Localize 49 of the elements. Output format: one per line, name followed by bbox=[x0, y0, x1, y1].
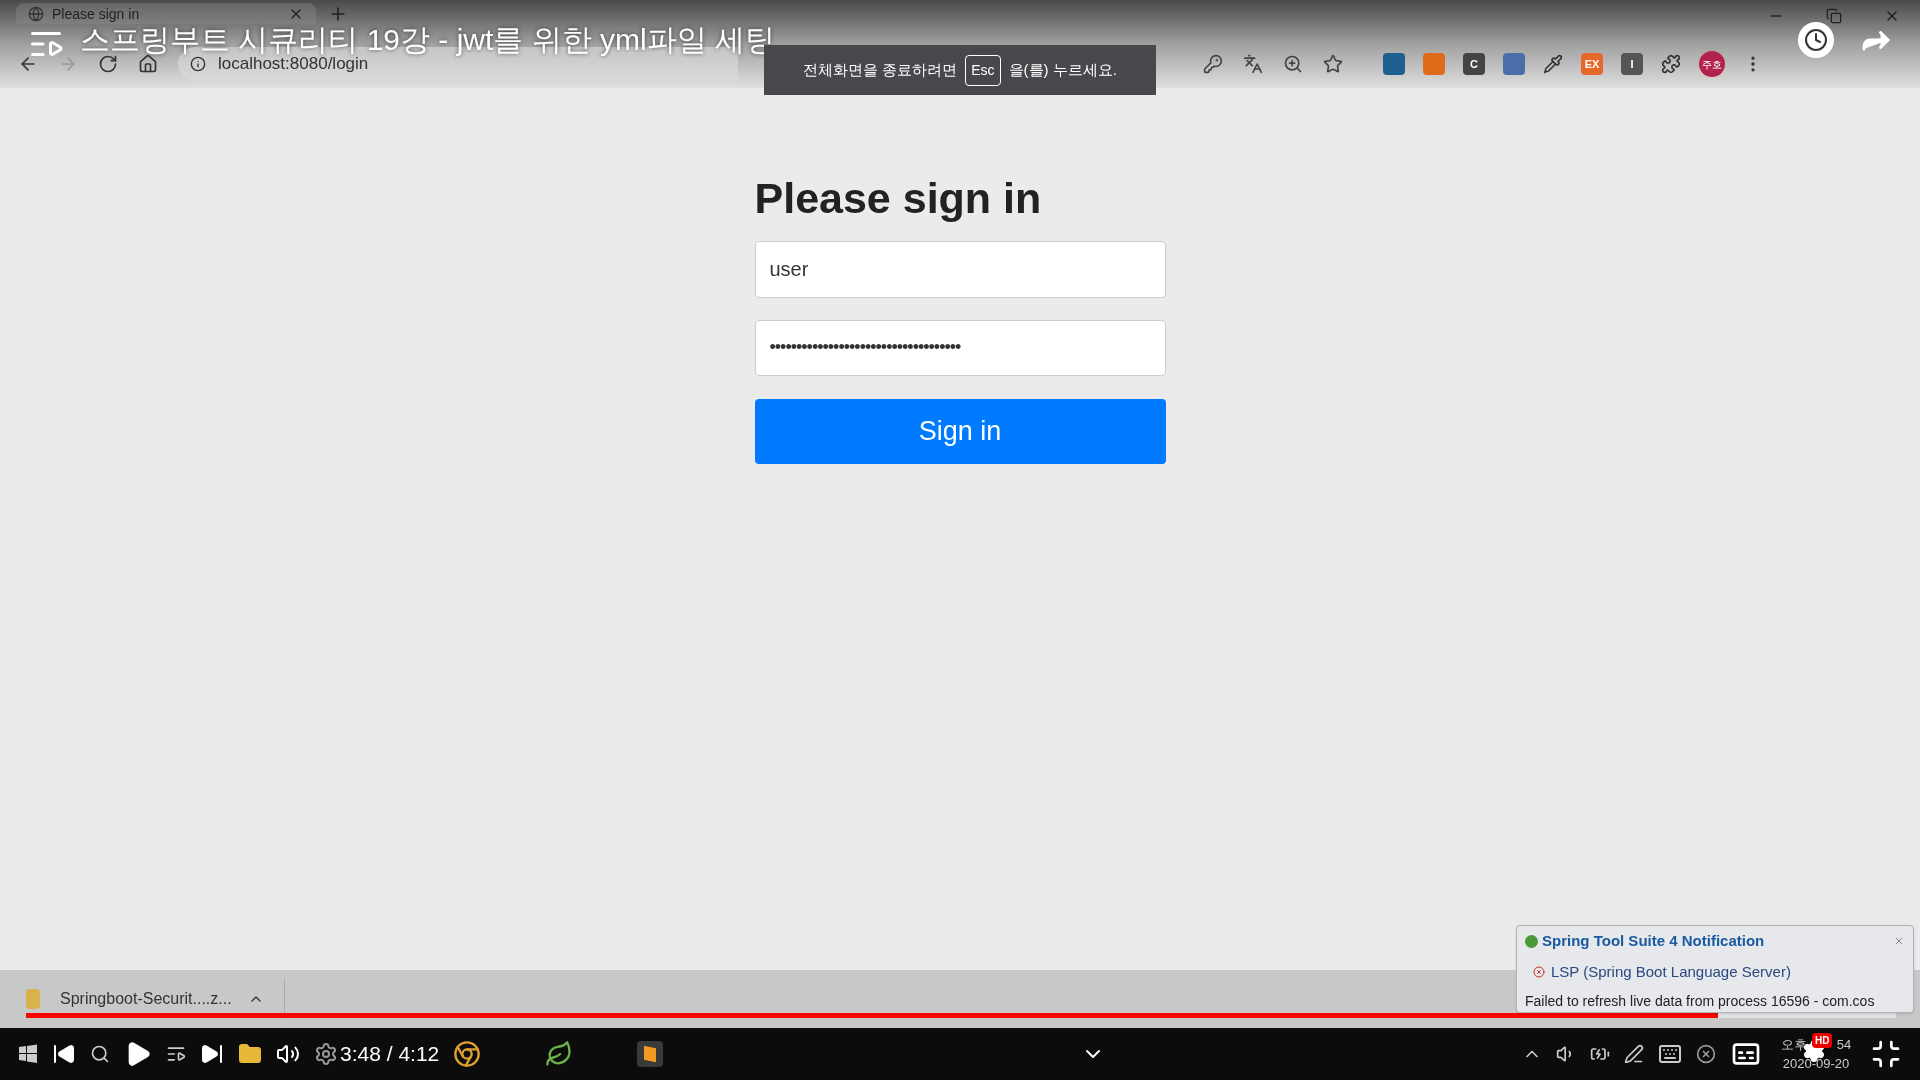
restore-icon[interactable] bbox=[1826, 8, 1842, 24]
username-field[interactable]: user bbox=[754, 240, 1166, 298]
esc-key: Esc bbox=[965, 54, 1001, 86]
browser-tab[interactable]: Please sign in bbox=[16, 3, 316, 24]
previous-icon[interactable] bbox=[52, 1042, 76, 1066]
info-icon bbox=[190, 56, 206, 72]
volume-icon[interactable] bbox=[276, 1042, 300, 1066]
globe-icon bbox=[28, 5, 44, 22]
date-text: 2020-09-20 bbox=[1782, 1055, 1850, 1073]
toast-text: 을(를) 누르세요. bbox=[1008, 59, 1117, 80]
sublime-icon[interactable] bbox=[637, 1041, 664, 1067]
clock-text: 오후 bbox=[1780, 1035, 1807, 1054]
search-icon[interactable] bbox=[90, 1044, 110, 1064]
extension-button[interactable]: C bbox=[1463, 53, 1485, 75]
chrome-icon[interactable] bbox=[453, 1040, 482, 1068]
toast-text: 전체화면을 종료하려면 bbox=[803, 59, 958, 80]
home-icon[interactable] bbox=[138, 54, 158, 74]
zip-file-icon bbox=[26, 989, 40, 1009]
error-icon bbox=[1533, 965, 1545, 978]
notification-link[interactable]: LSP (Spring Boot Language Server) bbox=[1551, 960, 1791, 983]
translate-icon[interactable] bbox=[1243, 54, 1263, 74]
reload-icon[interactable] bbox=[98, 54, 118, 74]
zoom-icon[interactable] bbox=[1283, 54, 1303, 74]
pen-icon[interactable] bbox=[1624, 1044, 1644, 1064]
keyboard-icon[interactable] bbox=[1658, 1042, 1682, 1066]
leaf-icon[interactable] bbox=[545, 1040, 574, 1068]
profile-avatar[interactable]: 주호 bbox=[1699, 51, 1725, 77]
tab-title: Please sign in bbox=[52, 6, 141, 21]
quality-badge: HD bbox=[1812, 1032, 1833, 1048]
close-circle-icon[interactable] bbox=[1696, 1044, 1716, 1064]
video-time: 3:48 / 4:12 bbox=[340, 1041, 440, 1068]
notification-title: Spring Tool Suite 4 Notification bbox=[1542, 931, 1766, 951]
key-icon[interactable] bbox=[1203, 54, 1223, 74]
exit-fullscreen-icon[interactable] bbox=[1870, 1038, 1902, 1070]
page-heading: Please sign in bbox=[754, 173, 1043, 224]
star-icon[interactable] bbox=[1323, 54, 1343, 74]
folder-icon[interactable] bbox=[238, 1042, 262, 1066]
next-icon[interactable] bbox=[200, 1042, 224, 1066]
eyedropper-icon[interactable] bbox=[1543, 54, 1563, 74]
windows-logo-icon[interactable] bbox=[18, 1044, 38, 1064]
puzzle-icon[interactable] bbox=[1661, 54, 1681, 74]
url-text: localhost:8080/login bbox=[218, 54, 369, 76]
password-field[interactable]: •••••••••••••••••••••••••••••••••••• bbox=[754, 319, 1166, 376]
download-filename[interactable]: Springboot-Securit....z... bbox=[60, 987, 232, 1011]
sign-in-button[interactable]: Sign in bbox=[754, 398, 1166, 464]
extension-button[interactable]: I bbox=[1621, 53, 1643, 75]
gear-icon[interactable] bbox=[314, 1042, 338, 1066]
notification-message: Failed to refresh live data from process 16596 - com.cos bbox=[1525, 992, 1876, 1011]
clock-minutes: 54 bbox=[1836, 1035, 1852, 1054]
